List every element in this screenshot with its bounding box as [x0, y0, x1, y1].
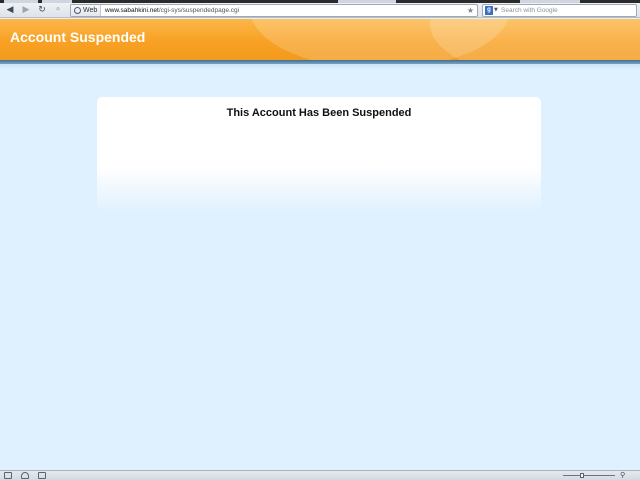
site-identity-button[interactable]: Web: [71, 5, 101, 16]
back-arrow-icon[interactable]: ◀: [3, 4, 17, 17]
search-bar[interactable]: g ▼: [482, 4, 637, 17]
header-shadow: [0, 64, 640, 70]
page-title: Account Suspended: [10, 29, 146, 45]
url-domain: www.sabahkini.net: [105, 7, 159, 14]
content-panel: This Account Has Been Suspended: [97, 97, 541, 212]
key-icon[interactable]: ⚬: [51, 4, 65, 17]
address-bar[interactable]: Web www.sabahkini.net/cgi-sys/suspendedp…: [70, 4, 478, 17]
google-icon[interactable]: g: [485, 6, 493, 15]
chevron-down-icon[interactable]: ▼: [494, 5, 498, 16]
url-text[interactable]: www.sabahkini.net/cgi-sys/suspendedpage.…: [105, 6, 239, 15]
panel-heading: This Account Has Been Suspended: [226, 107, 412, 119]
cloud-icon[interactable]: [21, 472, 29, 479]
zoom-icon[interactable]: ⚲: [620, 471, 625, 479]
identity-label: Web: [83, 7, 98, 14]
url-path: /cgi-sys/suspendedpage.cgi: [158, 7, 240, 14]
forward-arrow-icon[interactable]: ▶: [19, 4, 33, 17]
zoom-slider[interactable]: [563, 475, 615, 476]
navigation-toolbar: ◀ ▶ ↻ ⚬ Web www.sabahkini.net/cgi-sys/su…: [0, 3, 640, 18]
sidebar-icon[interactable]: [4, 472, 12, 479]
status-bar: ⚲: [0, 470, 640, 480]
zoom-slider-handle[interactable]: [580, 473, 584, 478]
page-header: Account Suspended: [0, 19, 640, 60]
camera-icon[interactable]: [38, 472, 46, 479]
star-icon[interactable]: ★: [467, 5, 474, 16]
globe-icon: [74, 7, 81, 14]
reload-icon[interactable]: ↻: [35, 4, 49, 17]
search-input[interactable]: [501, 5, 633, 16]
header-swoosh: [430, 19, 640, 60]
